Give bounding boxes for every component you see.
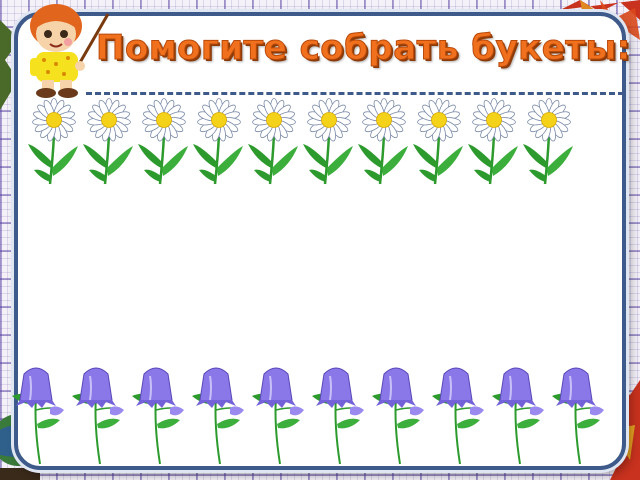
daisy-flower-icon[interactable]	[81, 96, 136, 186]
daisy-flower-icon[interactable]	[191, 96, 246, 186]
bellflower-icon[interactable]	[126, 366, 186, 466]
daisy-flower-icon[interactable]	[26, 96, 81, 186]
daisy-flower-icon[interactable]	[246, 96, 301, 186]
task-title: Помогите собрать букеты:	[96, 28, 631, 69]
bellflower-icon[interactable]	[546, 366, 606, 466]
daisy-flower-icon[interactable]	[136, 96, 191, 186]
bellflower-icon[interactable]	[366, 366, 426, 466]
daisy-row	[26, 96, 576, 186]
bellflower-icon[interactable]	[246, 366, 306, 466]
daisy-flower-icon[interactable]	[301, 96, 356, 186]
daisy-flower-icon[interactable]	[521, 96, 576, 186]
daisy-flower-icon[interactable]	[356, 96, 411, 186]
bellflower-icon[interactable]	[66, 366, 126, 466]
bellflower-icon[interactable]	[186, 366, 246, 466]
daisy-flower-icon[interactable]	[411, 96, 466, 186]
dashed-divider	[86, 92, 624, 95]
bellflower-icon[interactable]	[426, 366, 486, 466]
bellflower-icon[interactable]	[306, 366, 366, 466]
bellflower-row	[6, 366, 606, 466]
daisy-flower-icon[interactable]	[466, 96, 521, 186]
bellflower-icon[interactable]	[486, 366, 546, 466]
bellflower-icon[interactable]	[6, 366, 66, 466]
